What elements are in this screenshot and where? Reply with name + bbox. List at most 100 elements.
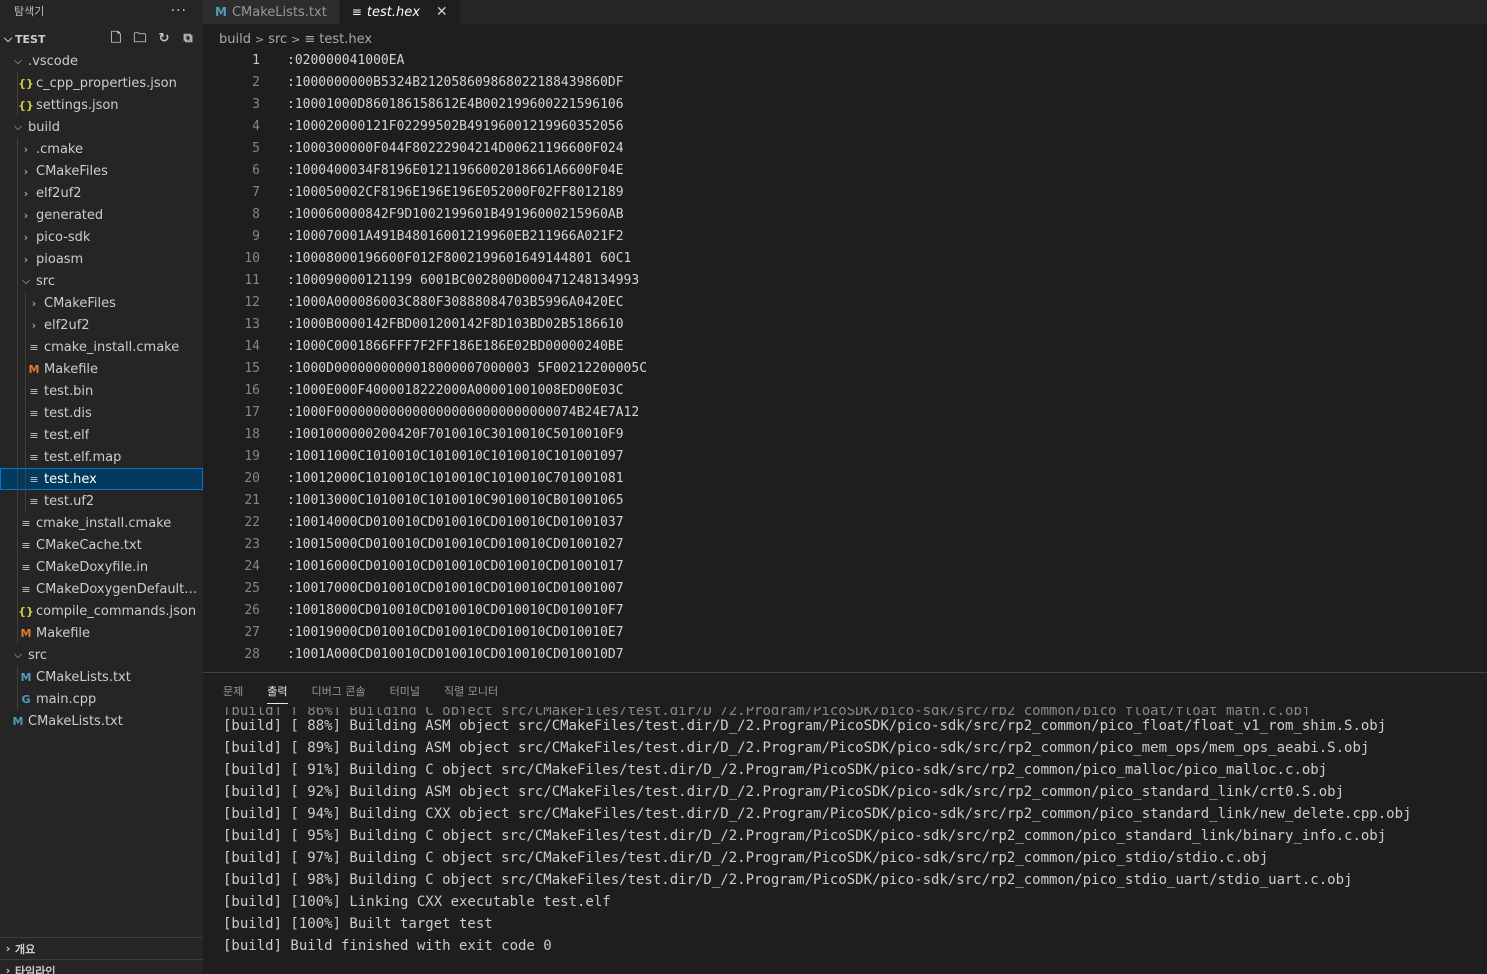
refresh-icon[interactable]: ↻: [155, 31, 173, 47]
breadcrumb-item[interactable]: build: [219, 32, 251, 47]
tree-item[interactable]: › elf2uf2: [0, 314, 203, 336]
more-actions-icon[interactable]: ···: [171, 3, 187, 19]
code-line: 3:10001000D860186158612E4B00219960022159…: [203, 94, 1487, 116]
output-log[interactable]: [build] [ 86%] Building C object src/CMa…: [223, 707, 1411, 957]
chevron-right-icon: ›: [5, 942, 11, 955]
tree-item[interactable]: ⌵ build: [0, 116, 203, 138]
code-line: 15:1000D0000000000018000007000003 5F0021…: [203, 358, 1487, 380]
line-number: 15: [244, 361, 260, 376]
line-number: 27: [244, 625, 260, 640]
panel-tab[interactable]: 디버그 콘솔: [312, 683, 366, 699]
indent-guide: [17, 622, 18, 644]
tree-item[interactable]: ≡ CMakeDoxyfile.in: [0, 556, 203, 578]
tree-item[interactable]: ≡ cmake_install.cmake: [0, 512, 203, 534]
breadcrumb-item[interactable]: src: [268, 32, 287, 47]
indent-guide: [17, 512, 18, 534]
code-line: 21:10013000C1010010C1010010C9010010CB010…: [203, 490, 1487, 512]
line-number: 9: [252, 229, 260, 244]
code-line: 5:1000300000F044F80222904214D00621196600…: [203, 138, 1487, 160]
tree-item[interactable]: ≡ test.elf: [0, 424, 203, 446]
tree-item[interactable]: › CMakeFiles: [0, 160, 203, 182]
code-line: 27:10019000CD010010CD010010CD010010CD010…: [203, 622, 1487, 644]
tree-item[interactable]: ≡ test.hex: [0, 468, 203, 490]
makefile-icon: M: [28, 362, 40, 376]
new-file-icon[interactable]: 🗋: [107, 31, 125, 47]
code-line: 25:10017000CD010010CD010010CD010010CD010…: [203, 578, 1487, 600]
tree-item[interactable]: {} c_cpp_properties.json: [0, 72, 203, 94]
breadcrumb-item[interactable]: test.hex: [319, 32, 372, 47]
line-number: 28: [244, 647, 260, 662]
timeline-section-header[interactable]: › 타임라인: [0, 959, 203, 974]
tree-item[interactable]: › CMakeFiles: [0, 292, 203, 314]
tree-item[interactable]: ⌵ src: [0, 644, 203, 666]
indent-guide: [17, 490, 18, 512]
chevron-right-icon: ›: [23, 142, 29, 156]
code-line: 2:1000000000B5324B2120586098680221884398…: [203, 72, 1487, 94]
tree-item[interactable]: ≡ CMakeDoxygenDefaults.c...: [0, 578, 203, 600]
code-line: 20:10012000C1010010C1010010C1010010C7010…: [203, 468, 1487, 490]
tree-item[interactable]: › generated: [0, 204, 203, 226]
tree-item[interactable]: M Makefile: [0, 358, 203, 380]
tree-item[interactable]: ≡ test.uf2: [0, 490, 203, 512]
output-line: [build] [ 98%] Building C object src/CMa…: [223, 872, 1353, 888]
close-icon[interactable]: ✕: [436, 4, 448, 20]
cmake-file-icon: M: [215, 5, 227, 19]
tree-item[interactable]: ≡ test.elf.map: [0, 446, 203, 468]
indent-guide: [17, 182, 18, 204]
tree-item[interactable]: M CMakeLists.txt: [0, 710, 203, 732]
indent-guide: [17, 600, 18, 622]
code-text: :1000000000B5324B21205860986802218843986…: [287, 75, 624, 90]
tree-item-label: pioasm: [36, 251, 84, 267]
code-text: :10015000CD010010CD010010CD010010CD01001…: [287, 537, 624, 552]
indent-guide: [17, 94, 18, 116]
tree-item-label: settings.json: [36, 97, 119, 113]
tree-item-label: src: [36, 273, 55, 289]
panel-tab[interactable]: 직렬 모니터: [444, 683, 498, 699]
collapse-all-icon[interactable]: ⧉: [179, 31, 197, 47]
tab-cmakelists[interactable]: M CMakeLists.txt: [203, 0, 340, 24]
code-editor[interactable]: 1:020000041000EA 2:1000000000B5324B212058…: [203, 50, 1487, 672]
tree-item[interactable]: ⌵ src: [0, 270, 203, 292]
code-line: 17:1000F0000000000000000000000000000074B…: [203, 402, 1487, 424]
tree-item[interactable]: {} settings.json: [0, 94, 203, 116]
new-folder-icon[interactable]: 🗀: [131, 31, 149, 47]
tree-item[interactable]: ≡ cmake_install.cmake: [0, 336, 203, 358]
tree-item[interactable]: › pico-sdk: [0, 226, 203, 248]
line-number: 10: [244, 251, 260, 266]
tree-item[interactable]: {} compile_commands.json: [0, 600, 203, 622]
line-number: 20: [244, 471, 260, 486]
indent-guide: [17, 226, 18, 248]
tree-item[interactable]: ≡ CMakeCache.txt: [0, 534, 203, 556]
tree-item-label: test.bin: [44, 383, 94, 399]
tree-item-label: test.elf.map: [44, 449, 122, 465]
panel-tab[interactable]: 터미널: [390, 683, 420, 699]
tree-item[interactable]: › pioasm: [0, 248, 203, 270]
code-line: 24:10016000CD010010CD010010CD010010CD010…: [203, 556, 1487, 578]
code-line: 11:100090000121199 6001BC002800D00047124…: [203, 270, 1487, 292]
tree-item[interactable]: M CMakeLists.txt: [0, 666, 203, 688]
indent-guide: [25, 402, 26, 424]
tree-item[interactable]: ≡ test.dis: [0, 402, 203, 424]
code-text: :100090000121199 6001BC002800D0004712481…: [287, 273, 640, 288]
indent-guide: [17, 424, 18, 446]
tree-item[interactable]: ⌵ .vscode: [0, 50, 203, 72]
tree-item[interactable]: ≡ test.bin: [0, 380, 203, 402]
indent-guide: [17, 688, 18, 710]
chevron-right-icon: ›: [23, 208, 29, 222]
tree-item[interactable]: › .cmake: [0, 138, 203, 160]
indent-guide: [17, 358, 18, 380]
text-file-icon: ≡: [29, 450, 39, 464]
panel-tab[interactable]: 출력: [267, 683, 288, 704]
chevron-down-icon: ⌵: [3, 32, 13, 45]
panel-tab[interactable]: 문제: [223, 683, 243, 699]
code-line: 8:100060000842F9D1002199601B491960002159…: [203, 204, 1487, 226]
output-line: [build] [ 95%] Building C object src/CMa…: [223, 828, 1387, 844]
line-number: 16: [244, 383, 260, 398]
workspace-section-header[interactable]: ⌵ TEST 🗋 🗀 ↻ ⧉: [0, 28, 203, 50]
tab-test-hex[interactable]: ≡ test.hex ✕: [339, 0, 461, 24]
tree-item[interactable]: Gmain.cpp: [0, 688, 203, 710]
output-line: [build] [ 91%] Building C object src/CMa…: [223, 762, 1328, 778]
tree-item[interactable]: › elf2uf2: [0, 182, 203, 204]
tree-item[interactable]: M Makefile: [0, 622, 203, 644]
outline-section-header[interactable]: › 개요: [0, 937, 203, 959]
